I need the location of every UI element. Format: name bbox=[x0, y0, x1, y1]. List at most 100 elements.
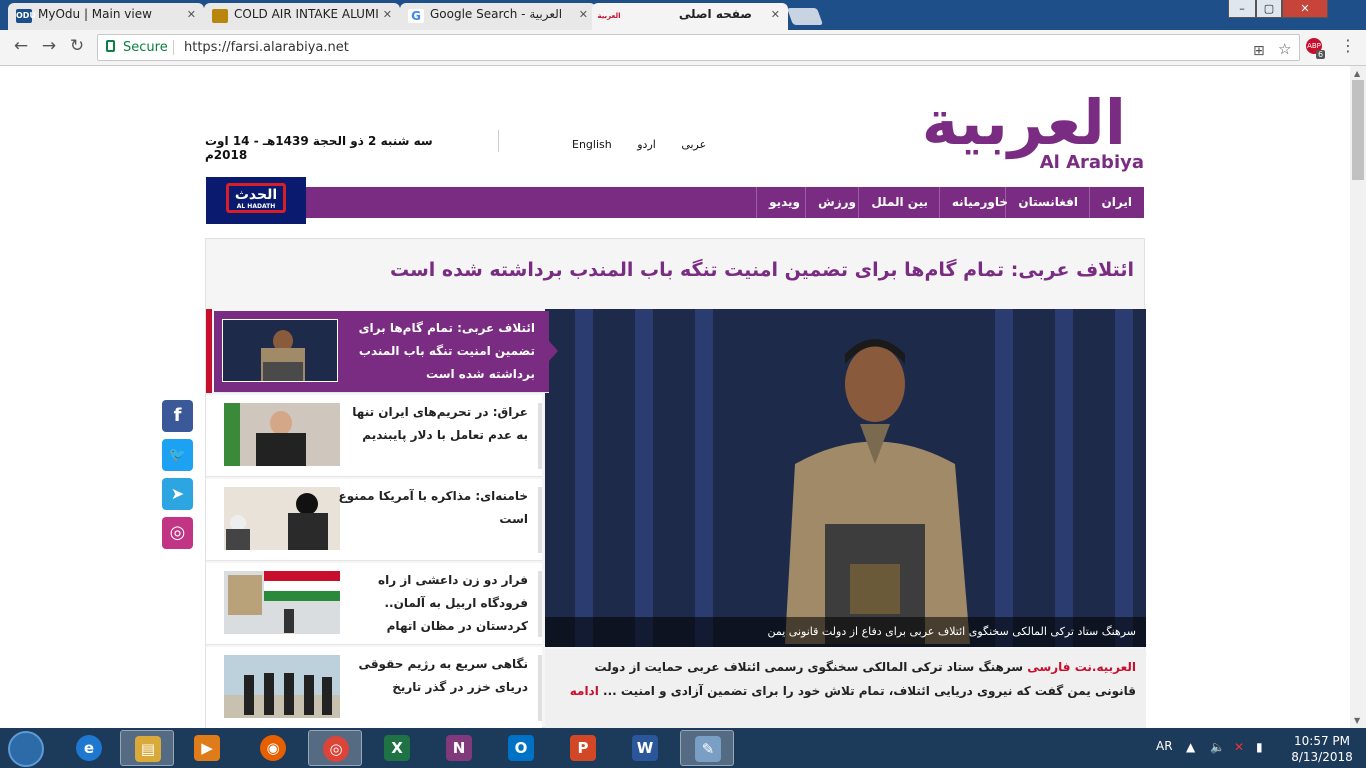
logo-arabic-text: العربية bbox=[921, 86, 1128, 159]
taskbar-excel[interactable]: X bbox=[370, 730, 424, 766]
story-thumbnail bbox=[222, 319, 338, 382]
taskbar-powerpoint[interactable]: P bbox=[556, 730, 610, 766]
taskbar-word[interactable]: W bbox=[618, 730, 672, 766]
page-scrollbar[interactable]: ▲ ▼ bbox=[1350, 66, 1366, 728]
alhadath-logo[interactable]: الحدث AL HADATH bbox=[206, 177, 306, 224]
side-story-item[interactable]: نگاهی سریع به رژیم حقوقی دریای خزر در گذ… bbox=[206, 647, 542, 728]
bookmark-star-icon[interactable]: ☆ bbox=[1278, 37, 1291, 62]
paint-icon: ✎ bbox=[695, 736, 721, 762]
clock[interactable]: 10:57 PM 8/13/2018 bbox=[1286, 733, 1358, 765]
story-thumbnail bbox=[224, 487, 340, 550]
volume-icon[interactable]: 🔈 bbox=[1210, 740, 1225, 754]
curtain-stripe bbox=[635, 309, 653, 647]
instagram-icon[interactable]: ◎ bbox=[162, 517, 193, 549]
onenote-icon: N bbox=[446, 735, 472, 761]
translate-icon[interactable]: ⊞ bbox=[1253, 39, 1265, 64]
scroll-up-icon[interactable]: ▲ bbox=[1354, 69, 1360, 78]
main-nav: ایران افغانستان خاورمیانه بین الملل ورزش… bbox=[306, 187, 1144, 218]
image-caption: سرهنگ ستاد ترکی المالکی سخنگوی ائتلاف عر… bbox=[545, 617, 1146, 647]
lang-arabic-link[interactable]: عربی bbox=[681, 138, 706, 151]
taskbar-firefox[interactable]: ◉ bbox=[246, 730, 300, 766]
taskbar-chrome[interactable]: ◎ bbox=[308, 730, 362, 766]
windows-taskbar: e ▤ ▶ ◉ ◎ X N O P W ✎ AR ▲ 🔈 ✕ ▮ 10:57 P… bbox=[0, 728, 1366, 768]
network-warning-icon[interactable]: ✕ bbox=[1234, 740, 1244, 754]
windows-logo-icon bbox=[8, 731, 44, 767]
taskbar-onenote[interactable]: N bbox=[432, 730, 486, 766]
nav-item-middle-east[interactable]: خاورمیانه bbox=[938, 187, 1020, 218]
reload-icon[interactable]: ↻ bbox=[66, 36, 88, 56]
chrome-icon: ◎ bbox=[323, 736, 349, 762]
close-icon[interactable]: ✕ bbox=[187, 8, 196, 21]
minimize-button[interactable]: – bbox=[1228, 0, 1256, 18]
taskbar-outlook[interactable]: O bbox=[494, 730, 548, 766]
tab-google-search[interactable]: G Google Search - العربية ✕ bbox=[400, 3, 596, 30]
taskbar-paint[interactable]: ✎ bbox=[680, 730, 734, 766]
scroll-thumb[interactable] bbox=[1352, 80, 1364, 180]
side-story-item[interactable]: عراق: در تحریم‌های ایران تنها به عدم تعا… bbox=[206, 395, 542, 477]
show-hidden-icons-icon[interactable]: ▲ bbox=[1186, 740, 1195, 754]
language-switcher: English اردو عربی bbox=[572, 138, 728, 151]
side-story-item[interactable]: ائتلاف عربی: تمام گام‌ها برای تضمین امنی… bbox=[214, 311, 558, 393]
window-close-button[interactable]: ✕ bbox=[1282, 0, 1328, 18]
clock-date: 8/13/2018 bbox=[1291, 750, 1353, 764]
secure-label: Secure bbox=[123, 40, 168, 55]
excel-icon: X bbox=[384, 735, 410, 761]
clock-time: 10:57 PM bbox=[1294, 734, 1350, 748]
close-icon[interactable]: ✕ bbox=[383, 8, 392, 21]
scroll-down-icon[interactable]: ▼ bbox=[1354, 716, 1360, 725]
lang-english-link[interactable]: English bbox=[572, 138, 612, 151]
word-icon: W bbox=[632, 735, 658, 761]
nav-item-sports[interactable]: ورزش bbox=[805, 187, 868, 218]
alarabiya-logo[interactable]: العربية Al Arabiya bbox=[922, 86, 1146, 176]
twitter-icon[interactable]: 🐦 bbox=[162, 439, 193, 471]
menu-icon[interactable]: ⋮ bbox=[1340, 36, 1356, 55]
address-bar[interactable]: Secure https://farsi.alarabiya.net ⊞ ☆ bbox=[97, 34, 1300, 61]
story-thumbnail bbox=[224, 655, 340, 718]
taskbar-media-player[interactable]: ▶ bbox=[180, 730, 234, 766]
forward-icon[interactable]: → bbox=[38, 36, 60, 56]
new-tab-button[interactable] bbox=[786, 8, 824, 25]
nav-item-international[interactable]: بین الملل bbox=[858, 187, 940, 218]
featured-image[interactable]: سرهنگ ستاد ترکی المالکی سخنگوی ائتلاف عر… bbox=[545, 309, 1146, 647]
hadath-frame bbox=[226, 183, 286, 213]
input-language[interactable]: AR bbox=[1156, 739, 1173, 753]
nav-item-iran[interactable]: ایران bbox=[1088, 187, 1144, 218]
tab-alarabiya-home[interactable]: العربية صفحه اصلی ✕ bbox=[592, 3, 788, 30]
odu-favicon-icon: ODU bbox=[16, 9, 36, 23]
divider bbox=[538, 487, 542, 553]
outlook-icon: O bbox=[508, 735, 534, 761]
read-more-link[interactable]: ادامه bbox=[570, 684, 599, 698]
back-icon[interactable]: ← bbox=[10, 36, 32, 56]
url-text[interactable]: https://farsi.alarabiya.net bbox=[184, 35, 349, 60]
telegram-icon[interactable]: ➤ bbox=[162, 478, 193, 510]
facebook-icon[interactable]: f bbox=[162, 400, 193, 432]
nav-item-video[interactable]: ویدیو bbox=[756, 187, 812, 218]
side-story-item[interactable]: فرار دو زن داعشی از راه فرودگاه اربیل به… bbox=[206, 563, 542, 645]
curtain-stripe bbox=[1115, 309, 1133, 647]
tab-cold-air-intake[interactable]: COLD AIR INTAKE ALUMI ✕ bbox=[204, 3, 400, 30]
summary-source[interactable]: العربیه.نت فارسی bbox=[1027, 660, 1136, 674]
lang-urdu-link[interactable]: اردو bbox=[637, 138, 656, 151]
close-icon[interactable]: ✕ bbox=[771, 8, 780, 21]
tab-label: MyOdu | Main view bbox=[38, 7, 152, 21]
curtain-stripe bbox=[1055, 309, 1073, 647]
taskbar-explorer[interactable]: ▤ bbox=[120, 730, 174, 766]
alarabiya-favicon-icon: العربية bbox=[597, 12, 621, 20]
active-indicator bbox=[206, 309, 212, 393]
curtain-stripe bbox=[695, 309, 713, 647]
tab-myodu[interactable]: ODU MyOdu | Main view ✕ bbox=[8, 3, 204, 30]
taskbar-ie[interactable]: e bbox=[62, 730, 116, 766]
spokesperson-photo bbox=[785, 339, 970, 644]
start-button[interactable] bbox=[2, 729, 52, 767]
close-icon[interactable]: ✕ bbox=[579, 8, 588, 21]
maximize-button[interactable]: ▢ bbox=[1256, 0, 1282, 18]
google-favicon-icon: G bbox=[408, 9, 424, 23]
side-story-item[interactable]: خامنه‌ای: مذاکره با آمریکا ممنوع است bbox=[206, 479, 542, 561]
powerpoint-icon: P bbox=[570, 735, 596, 761]
story-title: ائتلاف عربی: تمام گام‌ها برای تضمین امنی… bbox=[358, 321, 535, 381]
featured-headline[interactable]: ائتلاف عربی: تمام گام‌ها برای تضمین امنی… bbox=[390, 259, 1134, 281]
network-icon[interactable]: ▮ bbox=[1256, 740, 1263, 754]
divider bbox=[538, 403, 542, 469]
lock-icon bbox=[106, 40, 115, 52]
divider bbox=[173, 40, 174, 55]
